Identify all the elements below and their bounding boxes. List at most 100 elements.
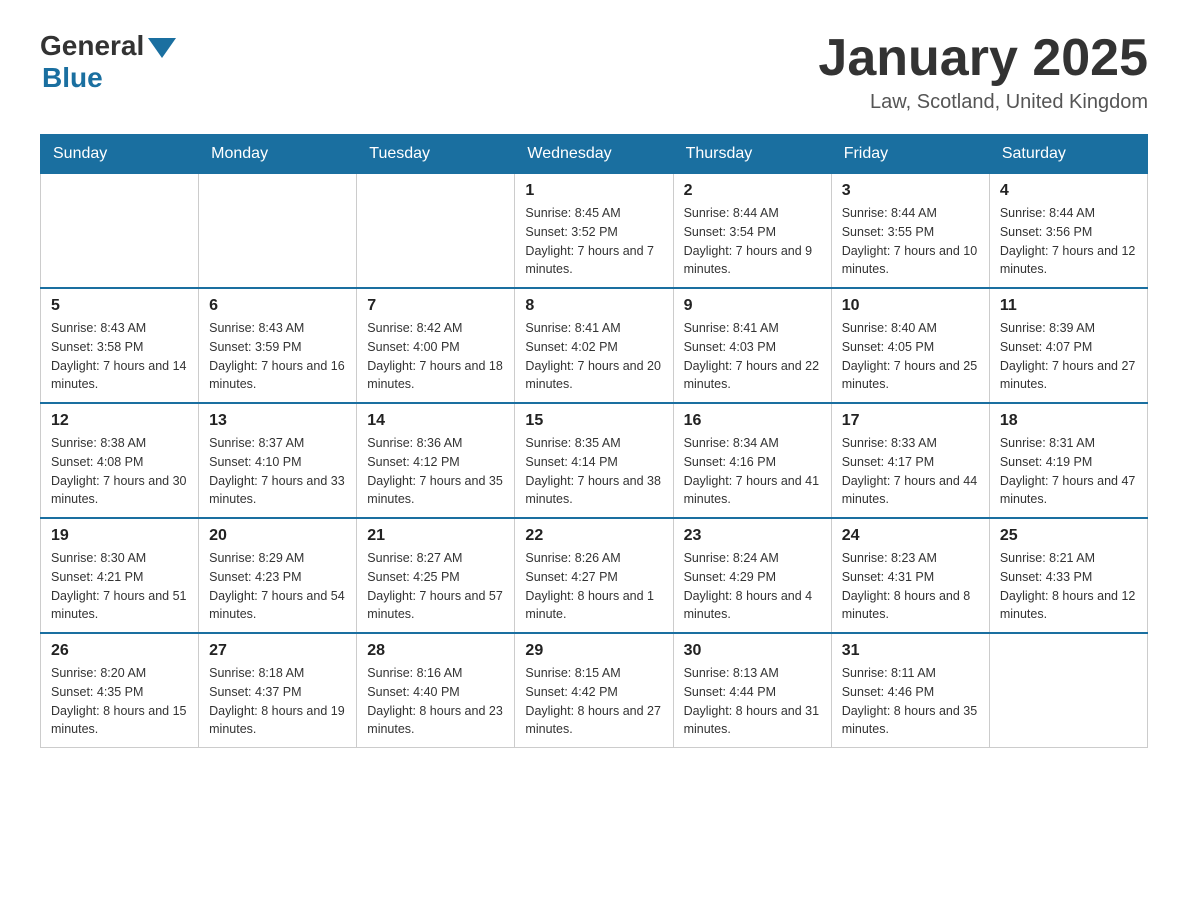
calendar-cell: [199, 174, 357, 289]
calendar-cell: 28 Sunrise: 8:16 AM Sunset: 4:40 PM Dayli…: [357, 633, 515, 748]
calendar-cell: 1Sunrise: 8:45 AM Sunset: 3:52 PM Daylig…: [515, 174, 673, 289]
day-number: 28: [367, 642, 504, 660]
calendar-cell: 10 Sunrise: 8:40 AM Sunset: 4:05 PM Dayli…: [831, 288, 989, 403]
calendar-cell: 23Sunrise: 8:24 AM Sunset: 4:29 PM Dayli…: [673, 518, 831, 633]
location-text: Law, Scotland, United Kingdom: [818, 91, 1148, 114]
column-header-monday: Monday: [199, 135, 357, 174]
calendar-cell: [989, 633, 1147, 748]
day-number: 12: [51, 412, 188, 430]
day-info: Sunrise: 8:37 AM Sunset: 4:10 PM Dayligh…: [209, 434, 346, 509]
calendar-cell: 3 Sunrise: 8:44 AM Sunset: 3:55 PM Daylig…: [831, 174, 989, 289]
day-info: Sunrise: 8:36 AM Sunset: 4:12 PM Dayligh…: [367, 434, 504, 509]
calendar-cell: 6 Sunrise: 8:43 AM Sunset: 3:59 PM Daylig…: [199, 288, 357, 403]
calendar-cell: 17 Sunrise: 8:33 AM Sunset: 4:17 PM Dayli…: [831, 403, 989, 518]
day-number: 8: [525, 297, 662, 315]
calendar-week-row: 12 Sunrise: 8:38 AM Sunset: 4:08 PM Dayli…: [41, 403, 1148, 518]
calendar-cell: 29 Sunrise: 8:15 AM Sunset: 4:42 PM Dayli…: [515, 633, 673, 748]
day-number: 30: [684, 642, 821, 660]
day-number: 7: [367, 297, 504, 315]
column-header-wednesday: Wednesday: [515, 135, 673, 174]
title-section: January 2025 Law, Scotland, United Kingd…: [818, 30, 1148, 114]
day-number: 17: [842, 412, 979, 430]
day-number: 31: [842, 642, 979, 660]
day-info: Sunrise: 8:16 AM Sunset: 4:40 PM Dayligh…: [367, 664, 504, 739]
column-header-tuesday: Tuesday: [357, 135, 515, 174]
calendar-cell: 8 Sunrise: 8:41 AM Sunset: 4:02 PM Daylig…: [515, 288, 673, 403]
day-info: Sunrise: 8:21 AM Sunset: 4:33 PM Dayligh…: [1000, 549, 1137, 624]
day-info: Sunrise: 8:41 AM Sunset: 4:02 PM Dayligh…: [525, 319, 662, 394]
day-info: Sunrise: 8:43 AM Sunset: 3:59 PM Dayligh…: [209, 319, 346, 394]
calendar-cell: 30 Sunrise: 8:13 AM Sunset: 4:44 PM Dayli…: [673, 633, 831, 748]
calendar-cell: 21 Sunrise: 8:27 AM Sunset: 4:25 PM Dayli…: [357, 518, 515, 633]
calendar-week-row: 19Sunrise: 8:30 AM Sunset: 4:21 PM Dayli…: [41, 518, 1148, 633]
day-info: Sunrise: 8:26 AM Sunset: 4:27 PM Dayligh…: [525, 549, 662, 624]
day-number: 22: [525, 527, 662, 545]
calendar-header-row: SundayMondayTuesdayWednesdayThursdayFrid…: [41, 135, 1148, 174]
day-info: Sunrise: 8:33 AM Sunset: 4:17 PM Dayligh…: [842, 434, 979, 509]
column-header-thursday: Thursday: [673, 135, 831, 174]
day-info: Sunrise: 8:20 AM Sunset: 4:35 PM Dayligh…: [51, 664, 188, 739]
day-info: Sunrise: 8:38 AM Sunset: 4:08 PM Dayligh…: [51, 434, 188, 509]
calendar-cell: 24Sunrise: 8:23 AM Sunset: 4:31 PM Dayli…: [831, 518, 989, 633]
day-number: 21: [367, 527, 504, 545]
day-number: 4: [1000, 182, 1137, 200]
calendar-cell: 31 Sunrise: 8:11 AM Sunset: 4:46 PM Dayli…: [831, 633, 989, 748]
calendar-cell: 7 Sunrise: 8:42 AM Sunset: 4:00 PM Daylig…: [357, 288, 515, 403]
column-header-friday: Friday: [831, 135, 989, 174]
calendar-cell: 4 Sunrise: 8:44 AM Sunset: 3:56 PM Daylig…: [989, 174, 1147, 289]
day-number: 20: [209, 527, 346, 545]
day-info: Sunrise: 8:40 AM Sunset: 4:05 PM Dayligh…: [842, 319, 979, 394]
calendar-week-row: 26 Sunrise: 8:20 AM Sunset: 4:35 PM Dayli…: [41, 633, 1148, 748]
day-number: 14: [367, 412, 504, 430]
calendar-cell: 11 Sunrise: 8:39 AM Sunset: 4:07 PM Dayli…: [989, 288, 1147, 403]
calendar-cell: 12 Sunrise: 8:38 AM Sunset: 4:08 PM Dayli…: [41, 403, 199, 518]
calendar-cell: 20Sunrise: 8:29 AM Sunset: 4:23 PM Dayli…: [199, 518, 357, 633]
day-number: 23: [684, 527, 821, 545]
day-number: 27: [209, 642, 346, 660]
day-number: 5: [51, 297, 188, 315]
day-info: Sunrise: 8:11 AM Sunset: 4:46 PM Dayligh…: [842, 664, 979, 739]
calendar-cell: 14 Sunrise: 8:36 AM Sunset: 4:12 PM Dayli…: [357, 403, 515, 518]
day-info: Sunrise: 8:13 AM Sunset: 4:44 PM Dayligh…: [684, 664, 821, 739]
column-header-sunday: Sunday: [41, 135, 199, 174]
day-number: 9: [684, 297, 821, 315]
day-number: 18: [1000, 412, 1137, 430]
day-number: 10: [842, 297, 979, 315]
month-title: January 2025: [818, 30, 1148, 87]
calendar-cell: 2Sunrise: 8:44 AM Sunset: 3:54 PM Daylig…: [673, 174, 831, 289]
calendar-week-row: 1Sunrise: 8:45 AM Sunset: 3:52 PM Daylig…: [41, 174, 1148, 289]
day-info: Sunrise: 8:44 AM Sunset: 3:55 PM Dayligh…: [842, 204, 979, 279]
calendar-cell: 26 Sunrise: 8:20 AM Sunset: 4:35 PM Dayli…: [41, 633, 199, 748]
day-info: Sunrise: 8:31 AM Sunset: 4:19 PM Dayligh…: [1000, 434, 1137, 509]
calendar-table: SundayMondayTuesdayWednesdayThursdayFrid…: [40, 134, 1148, 748]
day-number: 11: [1000, 297, 1137, 315]
day-number: 26: [51, 642, 188, 660]
day-info: Sunrise: 8:23 AM Sunset: 4:31 PM Dayligh…: [842, 549, 979, 624]
calendar-week-row: 5 Sunrise: 8:43 AM Sunset: 3:58 PM Daylig…: [41, 288, 1148, 403]
day-number: 29: [525, 642, 662, 660]
calendar-cell: 25 Sunrise: 8:21 AM Sunset: 4:33 PM Dayli…: [989, 518, 1147, 633]
calendar-cell: 13 Sunrise: 8:37 AM Sunset: 4:10 PM Dayli…: [199, 403, 357, 518]
day-number: 25: [1000, 527, 1137, 545]
logo-general-text: General: [40, 30, 144, 62]
day-number: 15: [525, 412, 662, 430]
day-number: 2: [684, 182, 821, 200]
day-info: Sunrise: 8:44 AM Sunset: 3:56 PM Dayligh…: [1000, 204, 1137, 279]
calendar-cell: 9Sunrise: 8:41 AM Sunset: 4:03 PM Daylig…: [673, 288, 831, 403]
logo: General Blue: [40, 30, 176, 94]
day-number: 6: [209, 297, 346, 315]
day-info: Sunrise: 8:15 AM Sunset: 4:42 PM Dayligh…: [525, 664, 662, 739]
day-info: Sunrise: 8:34 AM Sunset: 4:16 PM Dayligh…: [684, 434, 821, 509]
calendar-cell: [41, 174, 199, 289]
day-info: Sunrise: 8:27 AM Sunset: 4:25 PM Dayligh…: [367, 549, 504, 624]
calendar-cell: 16Sunrise: 8:34 AM Sunset: 4:16 PM Dayli…: [673, 403, 831, 518]
calendar-cell: 27Sunrise: 8:18 AM Sunset: 4:37 PM Dayli…: [199, 633, 357, 748]
day-info: Sunrise: 8:43 AM Sunset: 3:58 PM Dayligh…: [51, 319, 188, 394]
day-info: Sunrise: 8:39 AM Sunset: 4:07 PM Dayligh…: [1000, 319, 1137, 394]
day-number: 3: [842, 182, 979, 200]
day-info: Sunrise: 8:42 AM Sunset: 4:00 PM Dayligh…: [367, 319, 504, 394]
day-number: 1: [525, 182, 662, 200]
day-number: 13: [209, 412, 346, 430]
calendar-cell: 19Sunrise: 8:30 AM Sunset: 4:21 PM Dayli…: [41, 518, 199, 633]
calendar-cell: 18 Sunrise: 8:31 AM Sunset: 4:19 PM Dayli…: [989, 403, 1147, 518]
